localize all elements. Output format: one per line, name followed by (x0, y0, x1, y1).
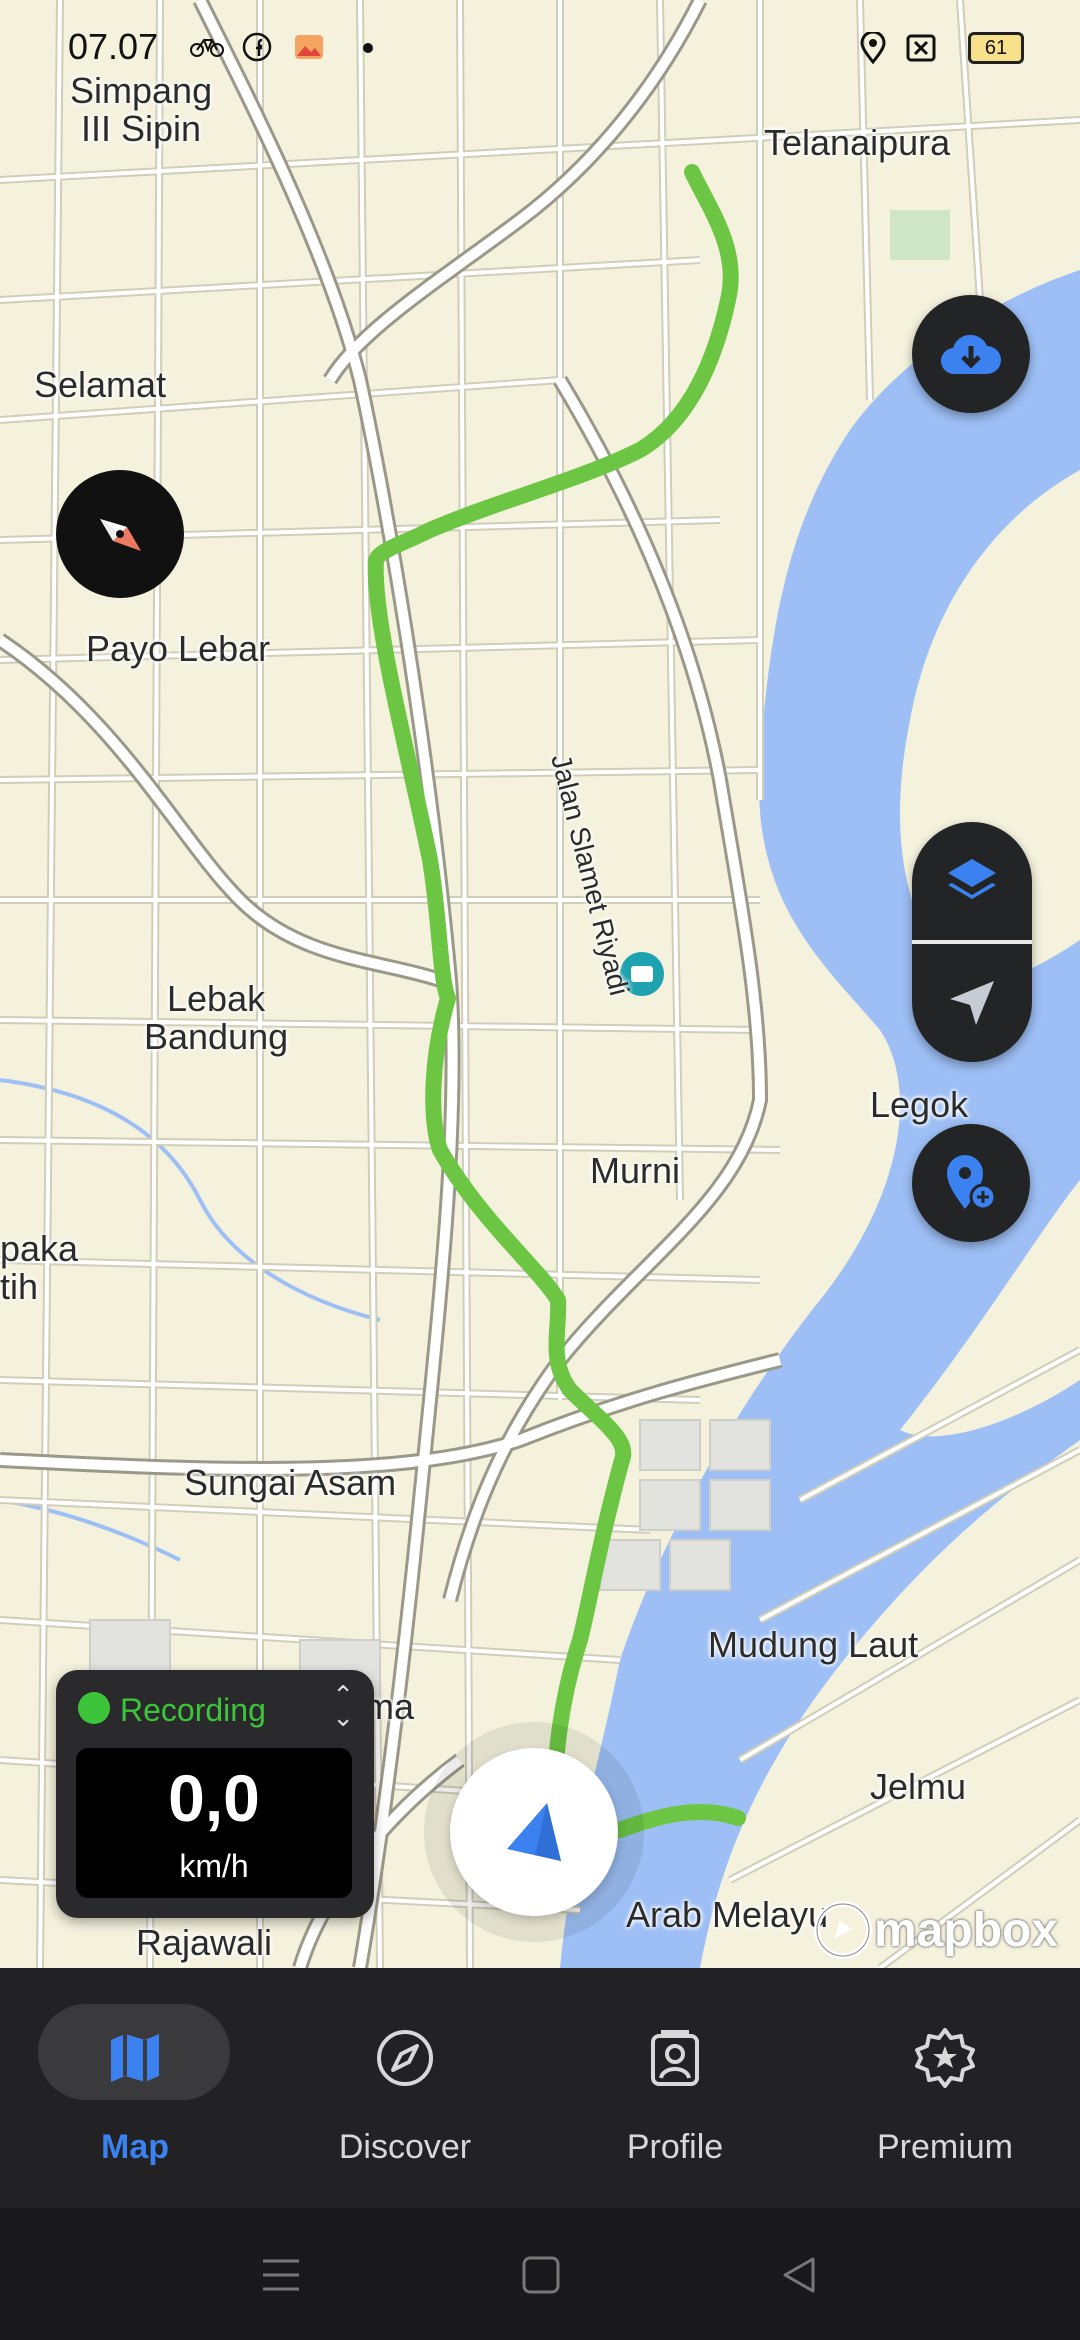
layers-button[interactable] (912, 822, 1032, 940)
recording-label: Recording (120, 1692, 266, 1728)
cloud-download-icon (941, 334, 1001, 375)
back-button[interactable] (776, 2252, 822, 2298)
place-label: Arab Melayu (626, 1894, 829, 1935)
map-controls (912, 822, 1032, 1062)
layers-icon (948, 859, 996, 899)
add-waypoint-button[interactable] (912, 1124, 1030, 1242)
tab-label: Profile (626, 2128, 724, 2166)
profile-icon (651, 2030, 699, 2086)
place-label: Sungai Asam (184, 1462, 397, 1503)
compass-needle-icon (100, 519, 141, 551)
current-location-heading-button[interactable] (450, 1748, 618, 1916)
no-sim-icon (906, 34, 936, 62)
recording-panel[interactable]: Recording ⌃ ⌄ 0,0 km/h (56, 1670, 374, 1918)
compass-button[interactable] (56, 470, 184, 598)
place-label: Legok (870, 1084, 969, 1125)
heading-arrow-icon (507, 1803, 561, 1861)
place-label: Selamat (34, 364, 167, 405)
place-label: paka tih (0, 1228, 79, 1307)
tab-discover[interactable]: Discover (270, 1968, 540, 2208)
tab-profile[interactable]: Profile (540, 1968, 810, 2208)
tab-map[interactable]: Map (0, 1968, 270, 2208)
bottom-tab-bar: Map Discover Profile Premium (0, 1968, 1080, 2208)
place-label: Rajawali (136, 1922, 273, 1963)
place-label: Telanaipura (764, 122, 951, 163)
bike-icon (190, 39, 224, 57)
tab-premium[interactable]: Premium (810, 1968, 1080, 2208)
recent-apps-button[interactable] (258, 2252, 304, 2298)
recording-status-dot (78, 1692, 110, 1724)
status-bar: 07.07 61 (0, 0, 1080, 96)
map-icon (111, 2034, 159, 2082)
compass-icon (377, 2030, 433, 2086)
tab-label: Discover (338, 2128, 472, 2166)
battery-icon: 61 (968, 32, 1024, 64)
add-location-pin-icon (947, 1155, 997, 1211)
speed-display: 0,0 km/h (76, 1748, 352, 1898)
navigation-arrow-icon (950, 981, 994, 1025)
tab-label: Premium (876, 2128, 1014, 2166)
home-square-icon (522, 2256, 560, 2294)
mapbox-attribution[interactable]: mapbox (812, 1900, 1058, 1960)
speed-unit: km/h (179, 1848, 249, 1884)
mapbox-logo-icon (814, 1901, 872, 1959)
mapbox-wordmark: mapbox (874, 1903, 1059, 1957)
place-label: Lebak Bandung (144, 978, 289, 1057)
place-label: Jelmu (870, 1766, 967, 1807)
tab-label: Map (101, 2128, 169, 2166)
menu-icon (263, 2259, 299, 2291)
back-triangle-icon (783, 2257, 815, 2293)
my-location-button[interactable] (912, 944, 1032, 1062)
home-button[interactable] (518, 2252, 564, 2298)
dot-icon (363, 43, 373, 53)
offline-download-button[interactable] (912, 295, 1030, 413)
location-icon (860, 32, 886, 64)
expand-collapse-icon[interactable]: ⌃ ⌄ (332, 1682, 354, 1730)
place-label: Murni (590, 1150, 681, 1191)
speed-value: 0,0 (168, 1761, 260, 1835)
premium-star-icon (915, 2028, 975, 2088)
place-label: Mudung Laut (708, 1624, 919, 1665)
system-navigation-bar (0, 2208, 1080, 2340)
facebook-icon (242, 32, 272, 62)
place-label: Payo Lebar (86, 628, 271, 669)
status-time: 07.07 (68, 26, 159, 67)
gallery-icon (295, 35, 323, 59)
